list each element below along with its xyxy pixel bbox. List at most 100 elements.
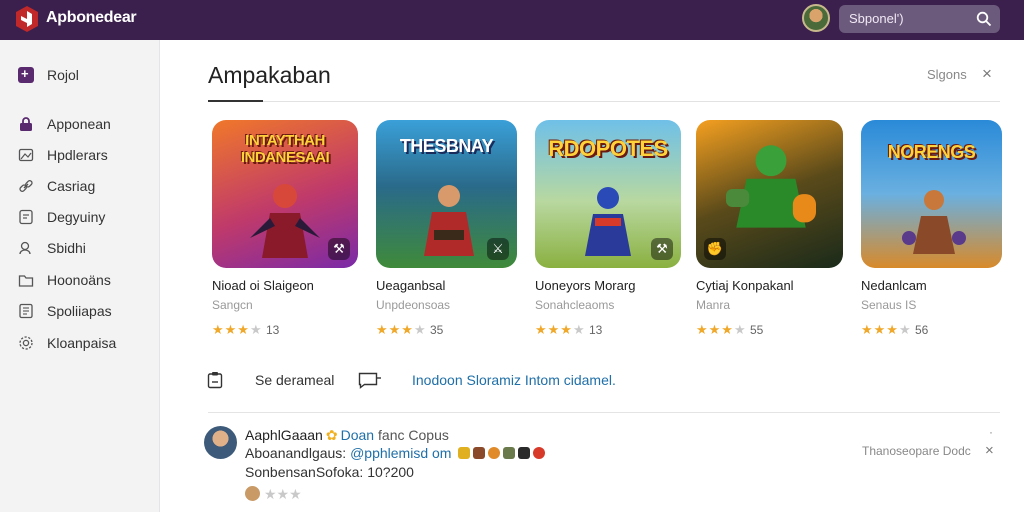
game-name[interactable]: Nioad oi Slaigeon [212,278,314,293]
header-link[interactable]: Slgons [927,67,967,82]
game-thumbnail[interactable]: RDOPOTES ⚒ [535,120,681,268]
star-rating-icon: ★★★ [264,486,302,502]
link-icon [19,180,33,192]
game-card[interactable]: NORENGS Nedanlcam Senaus IS ★★★★ 56 [861,120,1002,337]
sidebar-item-label: Casriag [47,178,96,194]
hero-illustration [902,190,966,254]
search-icon[interactable] [976,11,992,27]
header-divider [263,101,1000,102]
star-rating-icon: ★★★★ [861,322,912,337]
game-card[interactable]: RDOPOTES ⚒ Uoneyors Morarg Sonahcleaoms … [535,120,681,337]
sidebar-item-label: Hoonoäns [47,272,111,288]
game-card[interactable]: THESBNAY ⚔ Ueaganbsal Unpdeonsoas ★★★★ 3… [376,120,517,337]
action-link[interactable]: Inodoon Sloramiz Intom cidamel. [412,372,616,388]
game-card[interactable]: ✊ Cytiaj Konpakanl Manra ★★★★ 55 [696,120,843,337]
emoji-icon [458,447,471,459]
rating-count: 13 [588,323,603,337]
rating-count: 55 [749,323,764,337]
game-rating: ★★★★ 56 [861,322,928,338]
action-label[interactable]: Se derameal [255,372,334,388]
sidebar-item-label: Hpdlerars [47,147,108,163]
sidebar: Rojol Apponean Hpdlerars Casriag Degyuin… [0,40,160,512]
clipboard-icon[interactable] [207,371,223,389]
search-input[interactable]: Sbponel') [849,11,904,26]
sidebar-item-label: Degyuiny [47,209,106,225]
game-rating: ★★★★ 35 [376,322,443,338]
message-icon[interactable] [358,372,382,389]
game-rating: ★★★★ 13 [212,322,279,338]
game-rating: ★★★★ 13 [535,322,602,338]
game-name[interactable]: Uoneyors Morarg [535,278,635,293]
review-handle[interactable]: @pphlemisd om [350,445,451,461]
hero-illustration [424,185,474,256]
lock-icon [20,117,32,131]
tools-icon: ⚒ [651,238,673,260]
hero-illustration [585,187,631,256]
sidebar-item-label: Kloanpaisa [47,335,117,351]
image-icon [18,148,34,162]
game-rating: ★★★★ 55 [696,322,763,338]
sidebar-item-label: Apponean [47,116,111,132]
sidebar-item-label: Rojol [47,67,79,83]
emoji-icon [533,447,546,459]
close-icon[interactable]: × [982,64,992,84]
reviewer-line: AaphlGaaan ✿ Doan fanc Copus [245,427,449,444]
sidebar-item-kloanpaisa[interactable]: Kloanpaisa [18,332,116,354]
game-category: Senaus IS [861,298,917,312]
users-icon [19,241,31,255]
sidebar-item-sbidhi[interactable]: Sbidhi [18,237,86,259]
sidebar-item-hoonoans[interactable]: Hoonoäns [18,269,111,291]
thumbnail-title: INTAYTHAH INDANESAAI [240,132,330,166]
game-thumbnail[interactable]: THESBNAY ⚔ [376,120,517,268]
game-category: Unpdeonsoas [376,298,451,312]
chat-icon [19,209,33,225]
gear-icon [19,336,33,350]
sidebar-item-casriag[interactable]: Casriag [18,175,95,197]
review-rating: ★★★ [245,486,302,503]
game-category: Manra [696,298,731,312]
review-meta[interactable]: Thanoseopare Dodc [862,444,971,458]
pick-icon: ⚒ [328,238,350,260]
star-rating-icon: ★★★★ [696,322,747,337]
sidebar-item-updates[interactable]: Hpdlerars [18,144,108,166]
emoji-icon [518,447,531,459]
page-title: Ampakaban [208,62,331,88]
brand-name[interactable]: Apbonedear [46,9,137,27]
reviewer-tag[interactable]: Doan [341,427,374,443]
folder-icon [18,275,34,287]
sidebar-item-degyuiny[interactable]: Degyuiny [18,206,105,228]
game-card[interactable]: INTAYTHAH INDANESAAI ⚒ Nioad oi Slaigeon… [212,120,358,337]
sword-icon: ⚔ [487,238,509,260]
emoji-icon [488,447,501,459]
game-thumbnail[interactable]: ✊ [696,120,843,268]
verified-badge-icon: ✿ [325,427,338,443]
document-icon [19,303,33,319]
plus-square-icon [18,66,34,83]
app-logo-icon[interactable] [16,6,38,32]
game-thumbnail[interactable]: INTAYTHAH INDANESAAI ⚒ [212,120,358,268]
sidebar-item-spoliiapas[interactable]: Spoliiapas [18,300,112,322]
close-icon[interactable]: × [985,442,994,459]
top-bar: Apbonedear Sbponel') [0,0,1024,40]
search-box[interactable]: Sbponel') [839,5,1000,33]
thumbnail-title: NORENGS [887,142,976,162]
sidebar-item-label: Spoliiapas [47,303,112,319]
reviewer-name[interactable]: AaphlGaaan [245,427,323,443]
mini-avatar [245,486,260,501]
hero-illustration [726,145,816,228]
user-avatar[interactable] [802,4,830,32]
reviewer-extra: fanc Copus [378,427,449,443]
emoji-icon [503,447,516,459]
section-divider [208,412,1000,413]
game-name[interactable]: Nedanlcam [861,278,927,293]
game-name[interactable]: Cytiaj Konpakanl [696,278,794,293]
game-thumbnail[interactable]: NORENGS [861,120,1002,268]
reviewer-avatar[interactable] [204,426,237,459]
title-underline [208,100,263,102]
rating-count: 35 [429,323,444,337]
thumbnail-title: THESBNAY [399,136,494,156]
thumbnail-title: RDOPOTES [548,136,668,161]
sidebar-item-apps[interactable]: Apponean [18,113,111,135]
game-name[interactable]: Ueaganbsal [376,278,445,293]
sidebar-item-home[interactable]: Rojol [18,64,79,86]
